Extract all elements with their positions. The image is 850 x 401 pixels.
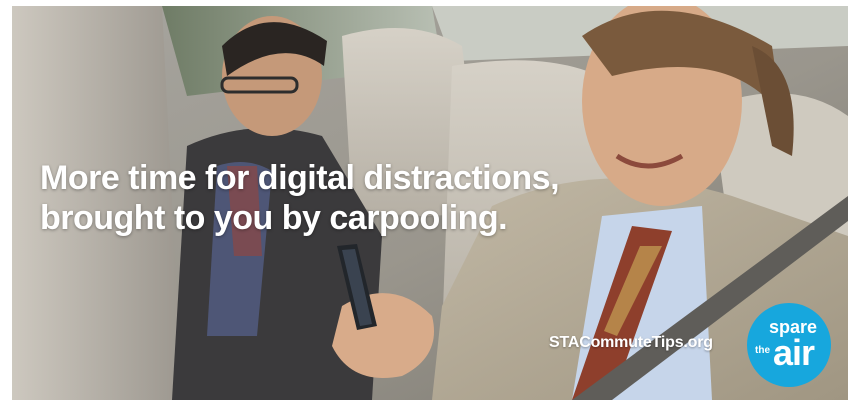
- logo-the-text: the: [755, 345, 770, 356]
- ad-headline: More time for digital distractions, brou…: [40, 158, 560, 238]
- spare-the-air-logo: spare the air: [747, 303, 831, 387]
- website-link[interactable]: STACommuteTips.org: [549, 334, 713, 352]
- headline-line-2: brought to you by carpooling.: [40, 199, 508, 237]
- carpool-ad-banner: More time for digital distractions, brou…: [12, 6, 848, 400]
- headline-line-1: More time for digital distractions,: [40, 159, 560, 197]
- logo-air-text: air: [773, 332, 815, 373]
